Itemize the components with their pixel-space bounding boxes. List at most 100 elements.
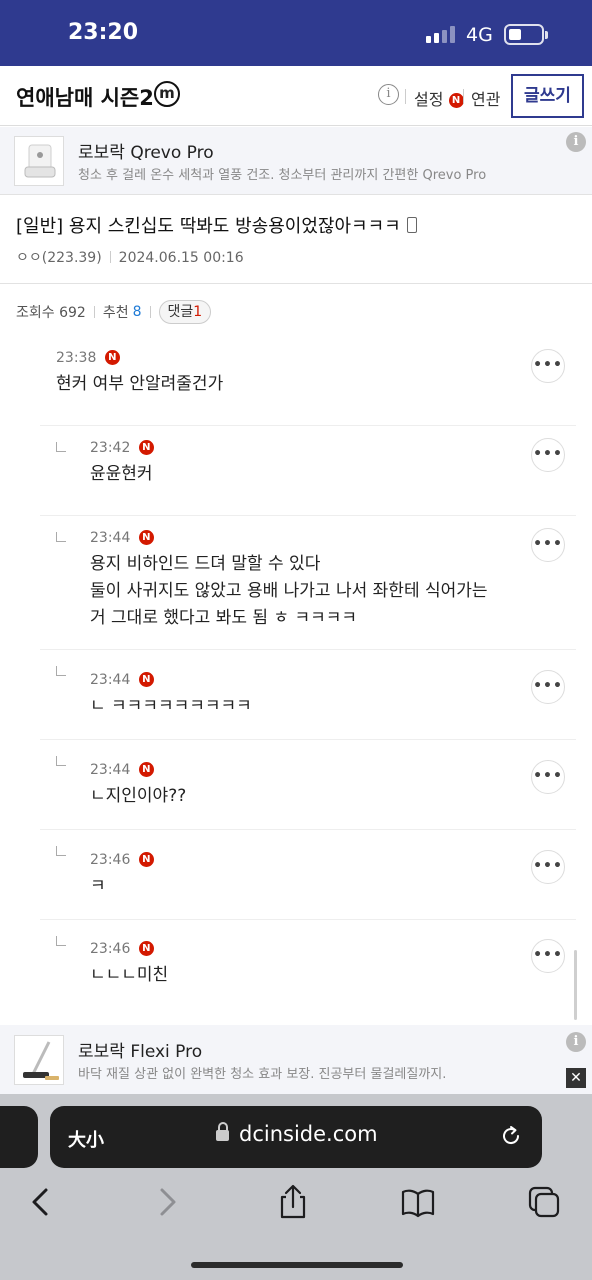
ad-description: 바닥 재질 상관 없이 완벽한 청소 효과 보장. 진공부터 물걸레질까지.	[78, 1067, 447, 1082]
comment-time-text: 23:42	[90, 440, 131, 456]
comment-time-text: 23:44	[90, 672, 131, 688]
new-badge-icon: N	[448, 93, 464, 108]
comment-count-button[interactable]: 댓글1	[158, 300, 212, 324]
header-separator	[405, 89, 406, 104]
new-badge-icon: N	[138, 672, 154, 687]
gallery-title[interactable]: 연애남매 시즌2	[16, 82, 154, 112]
reply-item: 23:46 N ㄴㄴㄴ미친 •••	[40, 920, 576, 1024]
comment-label: 댓글	[167, 304, 194, 320]
new-badge-icon: N	[104, 350, 120, 365]
new-badge-icon: N	[138, 762, 154, 777]
reply-arrow-icon	[56, 756, 66, 766]
stats-separator	[149, 306, 151, 318]
battery-icon	[504, 24, 544, 45]
comment-more-button[interactable]: •••	[531, 438, 565, 472]
comment-text: 현커 여부 안알려줄건가	[56, 374, 224, 394]
gallery-header: 연애남매 시즌2 m i 설정 N 연관 글쓰기	[0, 66, 592, 126]
comment-time-text: 23:38	[56, 350, 97, 366]
new-badge-icon: N	[138, 530, 154, 545]
reply-arrow-icon	[56, 666, 66, 676]
post-datetime: 2024.06.15 00:16	[118, 250, 244, 266]
reply-item: 23:46 N ㅋ •••	[40, 830, 576, 920]
reply-arrow-icon	[56, 442, 66, 452]
info-icon[interactable]: i	[378, 84, 399, 105]
ad-banner-top[interactable]: 로보락 Qrevo Pro 청소 후 걸레 온수 세척과 열풍 건조. 청소부터…	[0, 127, 592, 195]
ad-description: 청소 후 걸레 온수 세척과 열풍 건조. 청소부터 관리까지 간편한 Qrev…	[78, 168, 487, 183]
new-badge-icon: N	[138, 440, 154, 455]
share-icon[interactable]	[275, 1184, 311, 1220]
reply-item: 23:44 N ㄴ ㅋㅋㅋㅋㅋㅋㅋㅋㅋ •••	[40, 650, 576, 740]
comment-time: 23:44 N	[90, 672, 154, 688]
comment-text: ㄴㄴㄴ미친	[90, 965, 169, 985]
status-bar: 23:20 4G	[0, 0, 592, 66]
tabs-icon[interactable]	[526, 1184, 562, 1220]
comment-count: 1	[193, 304, 203, 320]
comment-text: ㅋ	[90, 876, 106, 896]
divider	[0, 283, 592, 284]
address-bar[interactable]: 大小 dcinside.com	[50, 1106, 542, 1168]
bookmarks-icon[interactable]	[400, 1184, 436, 1220]
signal-icon	[426, 26, 455, 43]
post-title-text: [일반] 용지 스킨십도 딱봐도 방송용이었잖아ㅋㅋㅋ	[16, 216, 401, 237]
stats-separator	[93, 306, 95, 318]
mobile-phone-icon	[406, 217, 417, 233]
comment-time-text: 23:44	[90, 530, 131, 546]
network-type: 4G	[466, 24, 493, 46]
lock-icon	[216, 1122, 229, 1141]
meta-separator	[109, 251, 111, 263]
settings-link[interactable]: 설정 N	[414, 86, 464, 110]
reply-arrow-icon	[56, 936, 66, 946]
browser-toolbar: 大小 dcinside.com	[0, 1094, 592, 1280]
post-meta: ㅇㅇ(223.39) 2024.06.15 00:16	[16, 247, 244, 267]
page-settings-button[interactable]: 大小	[68, 1126, 104, 1152]
scrollbar[interactable]	[574, 950, 577, 1020]
back-icon[interactable]	[22, 1184, 58, 1220]
new-badge-icon: N	[138, 852, 154, 867]
related-link[interactable]: 연관	[471, 86, 500, 110]
previous-tab-preview[interactable]	[0, 1106, 38, 1168]
comment-more-button[interactable]: •••	[531, 760, 565, 794]
comment-text-line: 용지 비하인드 드뎌 말할 수 있다	[90, 554, 321, 574]
url-text[interactable]: dcinside.com	[239, 1122, 378, 1146]
comment-more-button[interactable]: •••	[531, 349, 565, 383]
comment-time-text: 23:46	[90, 941, 131, 957]
comment-time: 23:46 N	[90, 852, 154, 868]
minor-gallery-badge: m	[154, 81, 180, 107]
post-stats: 조회수 692 추천 8 댓글1	[16, 300, 212, 324]
ad-info-icon[interactable]: i	[566, 132, 586, 152]
comment-time: 23:44 N	[90, 530, 154, 546]
recommend-label: 추천	[102, 305, 129, 321]
comment-item: 23:38 N 현커 여부 안알려줄건가 •••	[40, 340, 576, 426]
reply-arrow-icon	[56, 846, 66, 856]
comment-time: 23:46 N	[90, 941, 154, 957]
reply-item: 23:44 N 용지 비하인드 드뎌 말할 수 있다 둘이 사귀지도 않았고 용…	[40, 516, 576, 650]
post-author[interactable]: ㅇㅇ(223.39)	[16, 250, 102, 266]
ad-info-icon[interactable]: i	[566, 1032, 586, 1052]
forward-icon[interactable]	[150, 1184, 186, 1220]
comment-more-button[interactable]: •••	[531, 850, 565, 884]
comment-time: 23:44 N	[90, 762, 154, 778]
ad-product-name: 로보락 Qrevo Pro	[78, 143, 214, 163]
ad-product-image	[14, 1035, 64, 1085]
comment-more-button[interactable]: •••	[531, 670, 565, 704]
header-separator	[463, 89, 464, 104]
ad-product-image	[14, 136, 64, 186]
comment-time-text: 23:44	[90, 762, 131, 778]
home-indicator[interactable]	[191, 1262, 403, 1268]
comment-text: ㄴ ㅋㅋㅋㅋㅋㅋㅋㅋㅋ	[90, 696, 252, 716]
close-ad-button[interactable]: ✕	[566, 1068, 586, 1088]
comment-text-line: 거 그대로 했다고 봐도 됨 ㅎ ㅋㅋㅋㅋ	[90, 608, 358, 628]
battery-tip	[545, 31, 548, 39]
reply-item: 23:42 N 윤윤현커 •••	[40, 426, 576, 516]
comment-more-button[interactable]: •••	[531, 528, 565, 562]
comment-time: 23:42 N	[90, 440, 154, 456]
comment-more-button[interactable]: •••	[531, 939, 565, 973]
write-post-button[interactable]: 글쓰기	[511, 74, 584, 118]
reply-item: 23:44 N ㄴ지인이야?? •••	[40, 740, 576, 830]
reply-arrow-icon	[56, 532, 66, 542]
comment-text-line: 둘이 사귀지도 않았고 용배 나가고 나서 좌한테 식어가는	[90, 581, 488, 601]
reload-icon[interactable]	[499, 1124, 523, 1148]
comment-text: 윤윤현커	[90, 464, 153, 484]
settings-label: 설정	[414, 90, 444, 109]
ad-banner-bottom[interactable]: 로보락 Flexi Pro 바닥 재질 상관 없이 완벽한 청소 효과 보장. …	[0, 1025, 592, 1094]
